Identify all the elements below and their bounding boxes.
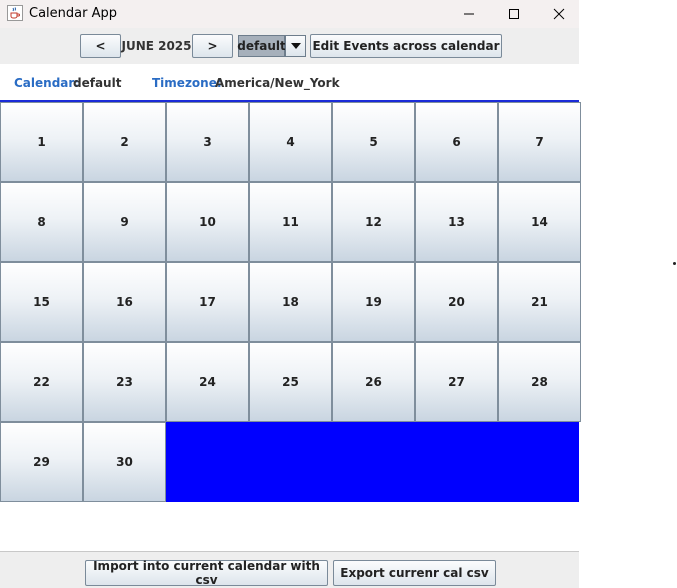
day-cell-26[interactable]: 26 — [332, 342, 415, 422]
day-cell-20[interactable]: 20 — [415, 262, 498, 342]
previous-month-button[interactable]: < — [80, 34, 121, 58]
calendar-grid: 1 2 3 4 5 6 7 8 9 10 11 12 13 14 15 16 1… — [0, 100, 581, 502]
day-cell-3[interactable]: 3 — [166, 102, 249, 182]
bottom-action-bar: Import into current calendar with csv Ex… — [0, 551, 579, 588]
edit-events-button[interactable]: Edit Events across calendar — [310, 34, 502, 58]
minimize-button[interactable] — [446, 0, 492, 28]
day-cell-14[interactable]: 14 — [498, 182, 581, 262]
calendar-app-window: Calendar App < JUNE 2025 > Edit Events a… — [0, 0, 581, 588]
day-cell-27[interactable]: 27 — [415, 342, 498, 422]
timezone-value: America/New_York — [215, 76, 340, 90]
stray-dot — [673, 262, 676, 265]
calendar-name: default — [73, 76, 122, 90]
next-month-button[interactable]: > — [192, 34, 233, 58]
timezone-label: Timezone: — [152, 76, 222, 90]
month-label: JUNE 2025 — [121, 39, 192, 53]
export-csv-button[interactable]: Export currenr cal csv — [333, 560, 496, 586]
maximize-button[interactable] — [491, 0, 537, 28]
calendar-info-row: Calendar: default Timezone: America/New_… — [0, 64, 579, 100]
day-cell-4[interactable]: 4 — [249, 102, 332, 182]
close-button[interactable] — [536, 0, 582, 28]
minimize-icon — [464, 13, 474, 15]
day-cell-8[interactable]: 8 — [0, 182, 83, 262]
day-cell-23[interactable]: 23 — [83, 342, 166, 422]
day-cell-15[interactable]: 15 — [0, 262, 83, 342]
day-cell-6[interactable]: 6 — [415, 102, 498, 182]
java-cup-icon — [7, 5, 23, 21]
day-cell-28[interactable]: 28 — [498, 342, 581, 422]
day-cell-17[interactable]: 17 — [166, 262, 249, 342]
day-cell-21[interactable]: 21 — [498, 262, 581, 342]
day-cell-24[interactable]: 24 — [166, 342, 249, 422]
title-bar: Calendar App — [0, 0, 579, 28]
calendar-select-arrow[interactable] — [285, 35, 306, 57]
day-cell-29[interactable]: 29 — [0, 422, 83, 502]
day-cell-9[interactable]: 9 — [83, 182, 166, 262]
day-cell-16[interactable]: 16 — [83, 262, 166, 342]
day-cell-10[interactable]: 10 — [166, 182, 249, 262]
day-cell-11[interactable]: 11 — [249, 182, 332, 262]
day-cell-7[interactable]: 7 — [498, 102, 581, 182]
chevron-down-icon — [290, 43, 301, 49]
calendar-label: Calendar: — [14, 76, 80, 90]
day-cell-1[interactable]: 1 — [0, 102, 83, 182]
maximize-icon — [509, 9, 519, 19]
import-csv-button[interactable]: Import into current calendar with csv — [85, 559, 328, 587]
close-icon — [553, 8, 565, 20]
calendar-select-value[interactable]: default — [237, 35, 286, 57]
day-cell-18[interactable]: 18 — [249, 262, 332, 342]
day-cell-25[interactable]: 25 — [249, 342, 332, 422]
day-cell-2[interactable]: 2 — [83, 102, 166, 182]
day-cell-13[interactable]: 13 — [415, 182, 498, 262]
window-title: Calendar App — [29, 6, 117, 21]
day-cell-12[interactable]: 12 — [332, 182, 415, 262]
day-cell-30[interactable]: 30 — [83, 422, 166, 502]
day-cell-22[interactable]: 22 — [0, 342, 83, 422]
day-cell-19[interactable]: 19 — [332, 262, 415, 342]
day-cell-5[interactable]: 5 — [332, 102, 415, 182]
